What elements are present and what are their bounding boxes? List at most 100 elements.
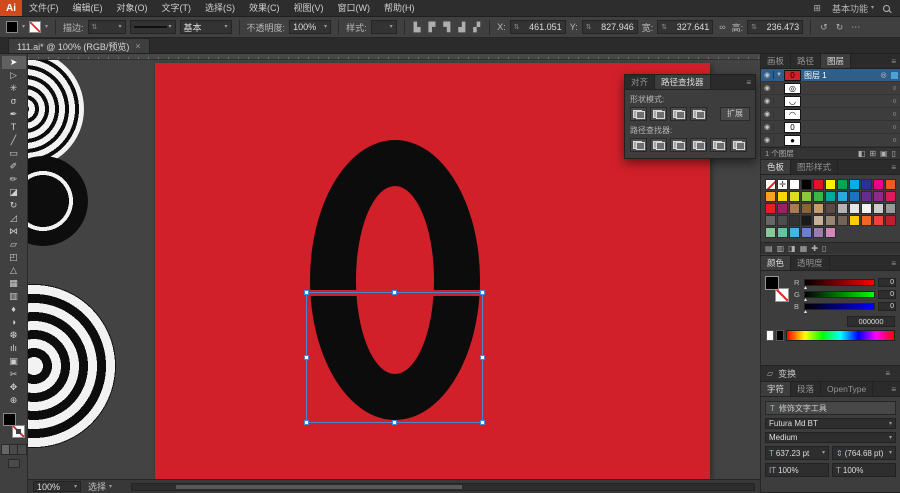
- type-tool[interactable]: T: [2, 121, 26, 134]
- fill-color-well[interactable]: [2, 413, 16, 426]
- panel-menu-icon[interactable]: ≡: [887, 54, 900, 68]
- direct-selection-tool[interactable]: ▷: [2, 69, 26, 82]
- swatch[interactable]: [837, 179, 848, 190]
- paintbrush-tool[interactable]: ✐: [2, 160, 26, 173]
- color-spectrum-bar[interactable]: [786, 330, 895, 341]
- artboard-tool[interactable]: ▣: [2, 355, 26, 368]
- swatch[interactable]: [813, 203, 824, 214]
- swatch[interactable]: [861, 215, 872, 226]
- delete-swatch-icon[interactable]: ▯: [822, 243, 826, 254]
- swatch[interactable]: [789, 215, 800, 226]
- swatch[interactable]: [825, 179, 836, 190]
- brush-definition-select[interactable]: 基本 ▾: [179, 20, 232, 34]
- layers-tab-0[interactable]: 画板: [761, 54, 792, 68]
- panel-menu-icon[interactable]: ≡: [887, 382, 900, 396]
- layer-row[interactable]: ◉ ◎ ○: [761, 82, 900, 95]
- new-sublayer-icon[interactable]: ⊞: [869, 148, 876, 159]
- menu-window[interactable]: 窗口(W): [331, 0, 378, 16]
- layer-row[interactable]: ◉ ◡ ○: [761, 95, 900, 108]
- swatch[interactable]: [825, 191, 836, 202]
- swatch[interactable]: [801, 227, 812, 238]
- swatch[interactable]: [861, 179, 872, 190]
- pencil-tool[interactable]: ✏: [2, 173, 26, 186]
- visibility-eye-icon[interactable]: ◉: [761, 71, 774, 79]
- swatch[interactable]: [789, 203, 800, 214]
- lasso-tool[interactable]: σ: [2, 95, 26, 108]
- swatch[interactable]: [777, 227, 788, 238]
- free-transform-tool[interactable]: ▱: [2, 238, 26, 251]
- selection-handle[interactable]: [391, 420, 397, 425]
- layer-thumbnail[interactable]: ◡: [784, 95, 801, 107]
- selection-handle[interactable]: [480, 290, 485, 295]
- character-tab-1[interactable]: 段落: [791, 382, 822, 396]
- color-tab-1[interactable]: 透明度: [791, 256, 830, 270]
- scrollbar-thumb[interactable]: [175, 484, 462, 489]
- more-options-icon[interactable]: ⋯: [849, 22, 862, 33]
- merge-button[interactable]: [670, 138, 687, 152]
- outline-button[interactable]: [710, 138, 727, 152]
- swatch[interactable]: [873, 203, 884, 214]
- swatch[interactable]: [837, 203, 848, 214]
- align-top-icon[interactable]: ▟: [456, 22, 467, 33]
- swatch[interactable]: [801, 203, 812, 214]
- swatch[interactable]: [885, 203, 896, 214]
- selection-handle[interactable]: [304, 420, 309, 425]
- document-tab[interactable]: 111.ai* @ 100% (RGB/预览) ×: [8, 38, 150, 53]
- align-center-icon[interactable]: ▛: [427, 22, 438, 33]
- swatch[interactable]: [801, 215, 812, 226]
- selection-tool[interactable]: ➤: [1, 56, 26, 69]
- swatch[interactable]: [777, 203, 788, 214]
- selection-handle[interactable]: [480, 420, 485, 425]
- line-segment-tool[interactable]: ╱: [2, 134, 26, 147]
- fill-chip[interactable]: [765, 276, 779, 290]
- rotate-cw-icon[interactable]: ↻: [834, 22, 846, 33]
- selection-handle[interactable]: [480, 354, 485, 360]
- y-field[interactable]: ⇅ 827.946: [581, 20, 638, 34]
- gradient-tool[interactable]: ▥: [2, 290, 26, 303]
- align-left-icon[interactable]: ▙: [412, 22, 423, 33]
- blend-tool[interactable]: ◑: [2, 316, 26, 329]
- zoom-tool[interactable]: ⊕: [2, 394, 26, 407]
- visibility-eye-icon[interactable]: ◉: [761, 97, 774, 105]
- align-bottom-icon[interactable]: ▞: [471, 22, 482, 33]
- trim-button[interactable]: [650, 138, 667, 152]
- swatch[interactable]: [765, 215, 776, 226]
- swatch[interactable]: [765, 203, 776, 214]
- opacity-field[interactable]: 100% ▾: [289, 20, 332, 34]
- menu-select[interactable]: 选择(S): [198, 0, 242, 16]
- swatch[interactable]: [849, 179, 860, 190]
- unite-button[interactable]: [630, 107, 647, 121]
- menu-edit[interactable]: 编辑(E): [66, 0, 110, 16]
- swatch[interactable]: [813, 215, 824, 226]
- stroke-color-swatch[interactable]: [29, 21, 42, 33]
- menu-object[interactable]: 对象(O): [110, 0, 155, 16]
- color-tab-0[interactable]: 颜色: [761, 256, 792, 270]
- stepper-icon[interactable]: ⇅: [514, 24, 520, 31]
- rectangle-tool[interactable]: ▭: [2, 147, 26, 160]
- zoom-level-select[interactable]: 100% ▾: [33, 481, 81, 492]
- layer-thumbnail[interactable]: 0: [784, 69, 801, 81]
- link-dimensions-icon[interactable]: ∞: [717, 22, 727, 32]
- visibility-eye-icon[interactable]: ◉: [761, 123, 774, 131]
- menu-effect[interactable]: 效果(C): [242, 0, 287, 16]
- swatch[interactable]: [873, 179, 884, 190]
- target-circle-icon[interactable]: ○: [889, 124, 900, 131]
- layer-row[interactable]: ◉ ▼ 0 图层 1 ◎: [761, 69, 900, 82]
- swatch[interactable]: [849, 215, 860, 226]
- transform-panel-header[interactable]: ▱ 变换 ≡: [761, 366, 900, 382]
- expand-triangle-icon[interactable]: ▼: [774, 72, 784, 78]
- pen-tool[interactable]: ✒: [2, 108, 26, 121]
- screen-mode-button[interactable]: [7, 459, 20, 468]
- target-circle-icon[interactable]: ○: [889, 111, 900, 118]
- crop-button[interactable]: [690, 138, 707, 152]
- eyedropper-tool[interactable]: ♦: [2, 303, 26, 316]
- height-field[interactable]: ⇅ 236.473: [747, 20, 804, 34]
- target-circle-icon[interactable]: ○: [889, 137, 900, 144]
- layer-thumbnail[interactable]: ◎: [784, 82, 801, 94]
- app-logo-icon[interactable]: Ai: [0, 0, 22, 16]
- selection-handle[interactable]: [391, 290, 397, 295]
- swatch[interactable]: [789, 179, 800, 190]
- stepper-icon[interactable]: ⇅: [92, 24, 98, 31]
- swatch-options-icon[interactable]: ◨: [788, 243, 796, 254]
- panel-menu-icon[interactable]: ≡: [742, 75, 755, 89]
